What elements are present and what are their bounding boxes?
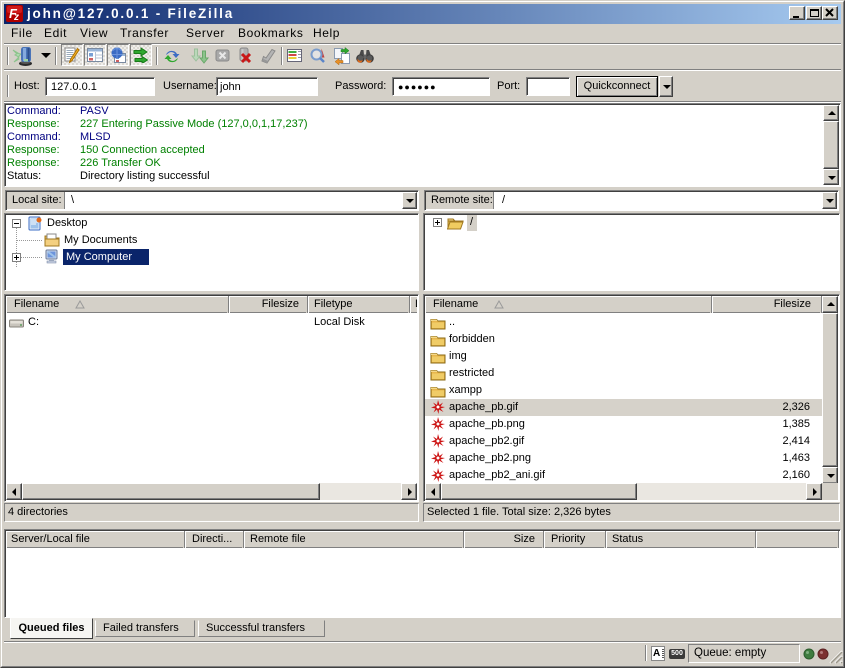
svg-text:z: z	[13, 12, 19, 22]
